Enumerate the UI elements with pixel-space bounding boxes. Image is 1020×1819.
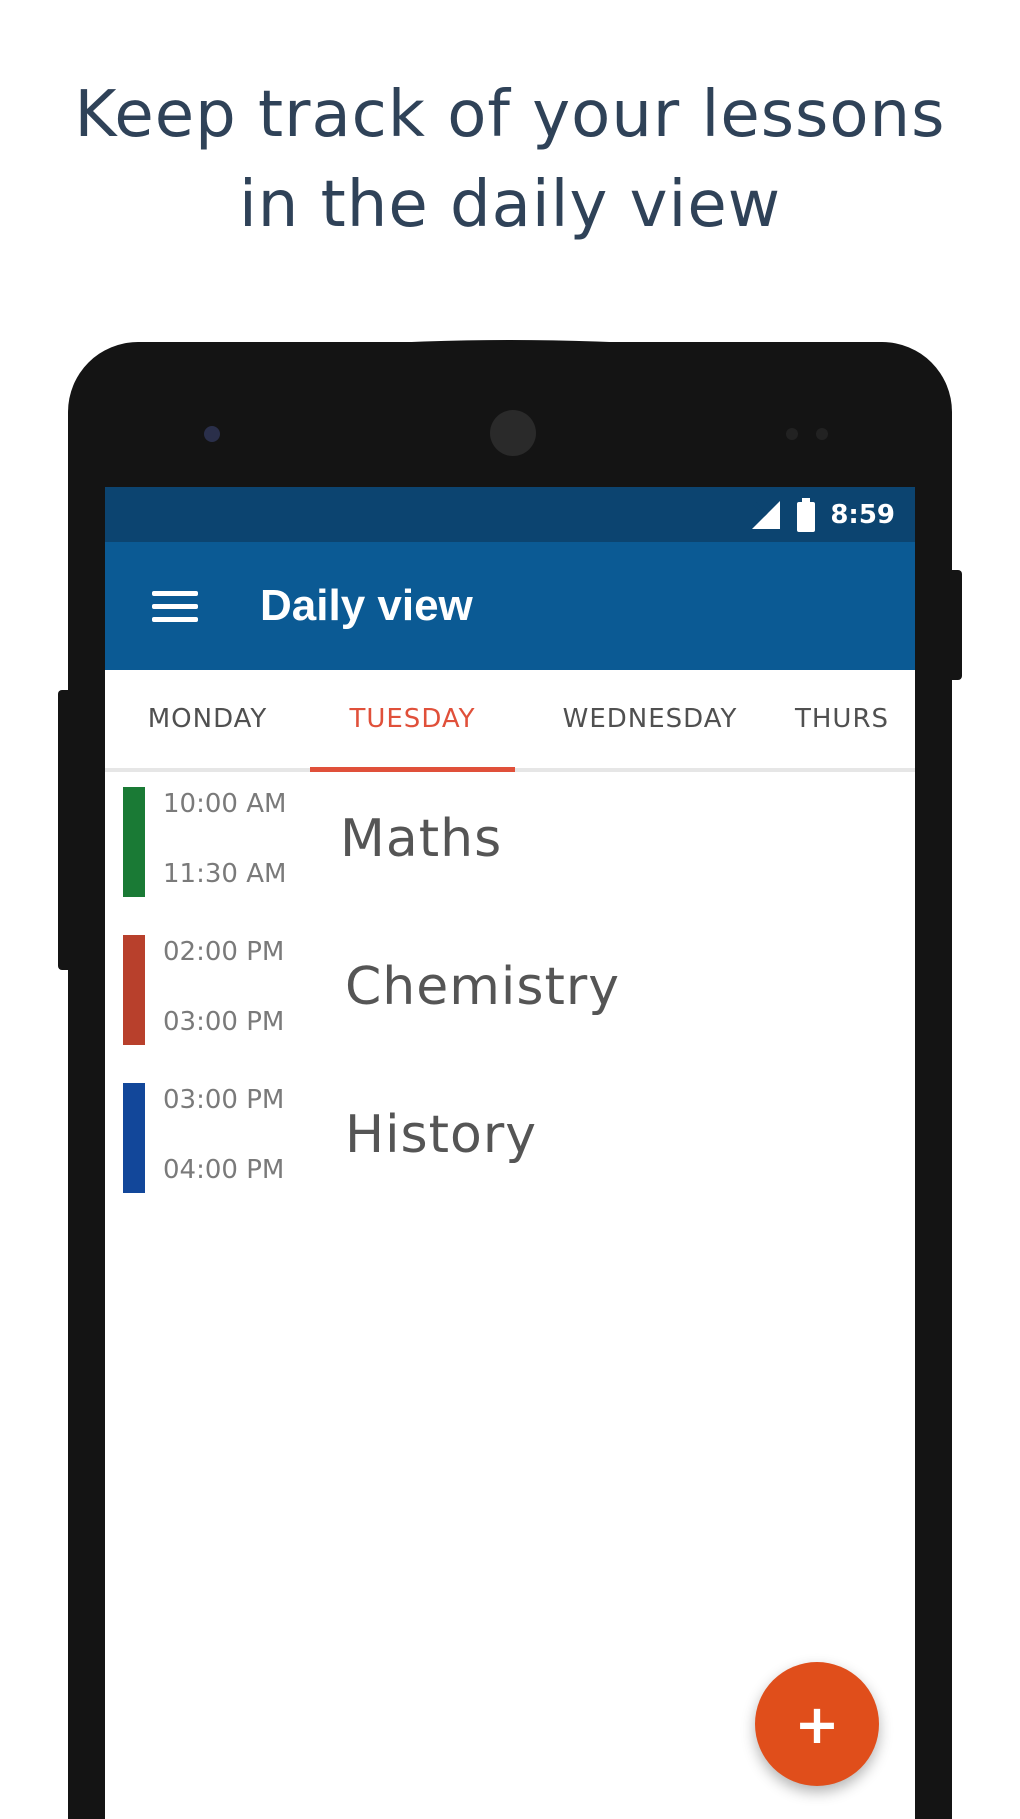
battery-icon	[797, 497, 816, 532]
headline-line-2: in the daily view	[238, 168, 782, 242]
phone-sensor-dot	[786, 428, 798, 440]
lesson-end-time: 04:00 PM	[163, 1155, 285, 1185]
list-item[interactable]: 02:00 PM 03:00 PM Chemistry	[105, 935, 915, 1045]
promo-headline: Keep track of your lessons in the daily …	[0, 70, 1020, 250]
lesson-subject: History	[345, 1105, 537, 1165]
status-bar: 8:59	[105, 487, 915, 542]
lesson-end-time: 03:00 PM	[163, 1007, 285, 1037]
lesson-start-time: 03:00 PM	[163, 1085, 285, 1115]
phone-screen: 8:59 Daily view MONDAY TUESDAY WEDNESDAY…	[105, 487, 915, 1819]
lesson-subject: Maths	[340, 809, 503, 869]
list-item[interactable]: 10:00 AM 11:30 AM Maths	[105, 787, 915, 897]
app-bar-title: Daily view	[260, 581, 473, 630]
lesson-start-time: 10:00 AM	[163, 789, 287, 819]
lesson-start-time: 02:00 PM	[163, 937, 285, 967]
app-bar: Daily view	[105, 542, 915, 670]
phone-proximity-sensor	[204, 426, 220, 442]
list-item[interactable]: 03:00 PM 04:00 PM History	[105, 1083, 915, 1193]
lesson-end-time: 11:30 AM	[163, 859, 287, 889]
phone-camera	[490, 410, 536, 456]
status-time: 8:59	[830, 499, 895, 530]
lesson-color-bar	[123, 787, 145, 897]
plus-icon: +	[794, 1692, 840, 1756]
day-tabs: MONDAY TUESDAY WEDNESDAY THURS	[105, 670, 915, 772]
tab-monday[interactable]: MONDAY	[105, 670, 310, 768]
tab-tuesday[interactable]: TUESDAY	[310, 670, 515, 772]
tab-thursday[interactable]: THURS	[785, 670, 915, 768]
tab-wednesday[interactable]: WEDNESDAY	[515, 670, 785, 768]
signal-icon	[752, 500, 781, 529]
phone-sensor-dot	[816, 428, 828, 440]
headline-line-1: Keep track of your lessons	[74, 78, 946, 152]
phone-volume-button	[58, 690, 72, 970]
add-lesson-button[interactable]: +	[755, 1662, 879, 1786]
lesson-color-bar	[123, 935, 145, 1045]
phone-power-button	[948, 570, 962, 680]
lesson-subject: Chemistry	[345, 957, 620, 1017]
hamburger-menu-icon[interactable]	[130, 561, 220, 651]
lesson-color-bar	[123, 1083, 145, 1193]
